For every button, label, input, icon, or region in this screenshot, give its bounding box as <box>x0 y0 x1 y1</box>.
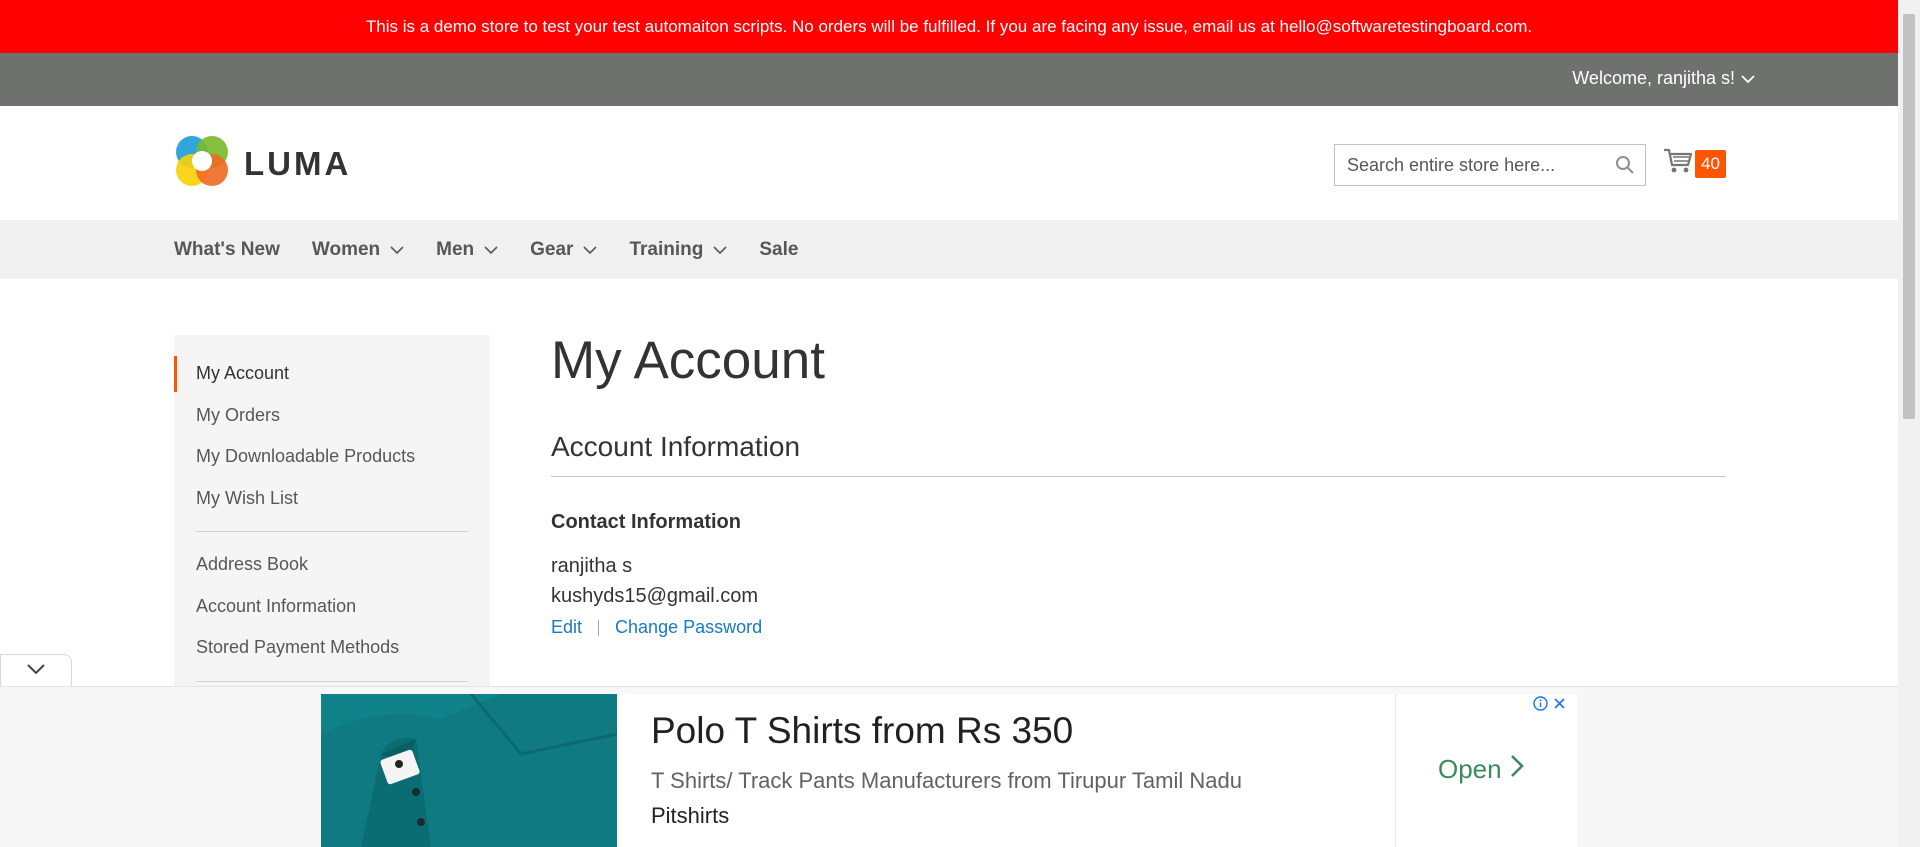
sidebar-item-account-information[interactable]: Account Information <box>174 586 490 628</box>
ad-open-label: Open <box>1438 754 1502 784</box>
ad-choices <box>1533 696 1567 716</box>
nav-item-gear[interactable]: Gear <box>530 238 598 261</box>
sidebar-item-label: Account Information <box>196 595 357 616</box>
ad-brand: Pitshirts <box>651 803 730 828</box>
ad-collapse-button[interactable] <box>0 654 72 687</box>
nav-item-sale[interactable]: Sale <box>759 239 798 261</box>
scrollbar-thumb[interactable] <box>1903 14 1915 419</box>
page-scrollbar[interactable] <box>1898 0 1920 847</box>
search-icon[interactable] <box>1605 155 1645 175</box>
nav-item-label: Gear <box>530 238 574 260</box>
chevron-down-icon <box>26 662 46 680</box>
nav-item-whats-new[interactable]: What's New <box>174 239 280 261</box>
sidebar-item-label: My Downloadable Products <box>196 446 416 467</box>
nav-item-training[interactable]: Training <box>629 239 727 261</box>
ad-headline: Polo T Shirts from Rs 350 <box>651 710 1074 751</box>
shopping-cart-icon <box>1663 147 1693 180</box>
ad-cta-area: Open <box>1395 694 1577 847</box>
ad-banner[interactable]: Polo T Shirts from Rs 350 T Shirts/ Trac… <box>321 694 1577 847</box>
sidebar-item-my-wish-list[interactable]: My Wish List <box>174 478 490 520</box>
customer-welcome-menu[interactable]: Welcome, ranjitha s! <box>1572 68 1755 89</box>
ad-open-button[interactable]: Open <box>1438 754 1524 785</box>
contact-actions: Edit Change Password <box>551 617 1726 638</box>
sidebar-divider <box>196 531 468 532</box>
contact-info-title: Contact Information <box>551 511 741 533</box>
sidebar-item-label: My Orders <box>196 404 281 425</box>
main-content: My Account Account Information Contact I… <box>551 331 1726 638</box>
demo-store-banner: This is a demo store to test your test a… <box>0 0 1898 53</box>
nav-item-label: Women <box>311 238 381 260</box>
close-icon[interactable] <box>1552 696 1567 716</box>
sidebar-item-address-book[interactable]: Address Book <box>174 544 490 586</box>
sidebar-divider <box>196 680 468 682</box>
sidebar-item-my-downloadable-products[interactable]: My Downloadable Products <box>174 436 490 478</box>
chevron-down-icon <box>390 239 404 261</box>
sidebar-item-label: Stored Payment Methods <box>196 637 400 658</box>
edit-link[interactable]: Edit <box>551 617 582 638</box>
nav-item-label: Sale <box>759 238 799 260</box>
info-icon[interactable] <box>1533 696 1548 716</box>
logo-text: LUMA <box>244 144 352 182</box>
chevron-down-icon <box>583 239 598 261</box>
sidebar-item-label: My Wish List <box>196 487 299 508</box>
demo-banner-text: This is a demo store to test your test a… <box>365 16 1533 36</box>
nav-item-men[interactable]: Men <box>436 239 498 261</box>
ad-product-image <box>321 694 617 847</box>
sidebar-item-stored-payment-methods[interactable]: Stored Payment Methods <box>174 627 490 669</box>
action-separator <box>598 619 600 636</box>
change-password-link[interactable]: Change Password <box>615 617 762 638</box>
search-form <box>1334 144 1646 186</box>
store-logo[interactable]: LUMA <box>174 132 351 195</box>
cart-count-badge: 40 <box>1695 149 1726 178</box>
chevron-down-icon <box>1741 68 1755 89</box>
account-sidebar: My Account My Orders My Downloadable Pro… <box>174 335 490 735</box>
minicart-button[interactable]: 40 <box>1663 147 1726 180</box>
section-title: Account Information <box>551 431 801 462</box>
sidebar-item-label: My Account <box>196 363 290 384</box>
sidebar-item-my-orders[interactable]: My Orders <box>174 395 490 437</box>
site-header: LUMA 40 <box>0 106 1898 220</box>
sidebar-item-label: Address Book <box>196 554 309 575</box>
customer-email: kushyds15@gmail.com <box>551 585 759 607</box>
chevron-down-icon <box>713 239 727 261</box>
nav-item-label: What's New <box>174 238 280 260</box>
chevron-down-icon <box>484 239 498 261</box>
welcome-message: Welcome, ranjitha s! <box>1572 68 1735 88</box>
chevron-right-icon <box>1510 754 1524 785</box>
nav-item-women[interactable]: Women <box>312 239 404 261</box>
sidebar-item-my-account[interactable]: My Account <box>174 353 490 395</box>
section-divider <box>551 476 1726 477</box>
luma-logo-icon <box>174 132 230 195</box>
main-navigation: What's New Women Men Gear Training Sale <box>0 220 1898 279</box>
nav-item-label: Men <box>436 238 475 260</box>
search-input[interactable] <box>1335 145 1605 185</box>
top-panel: Welcome, ranjitha s! <box>0 53 1898 106</box>
ad-description: T Shirts/ Track Pants Manufacturers from… <box>651 768 1242 793</box>
nav-item-label: Training <box>629 238 704 260</box>
page-title: My Account <box>551 331 825 390</box>
customer-name: ranjitha s <box>551 555 633 577</box>
